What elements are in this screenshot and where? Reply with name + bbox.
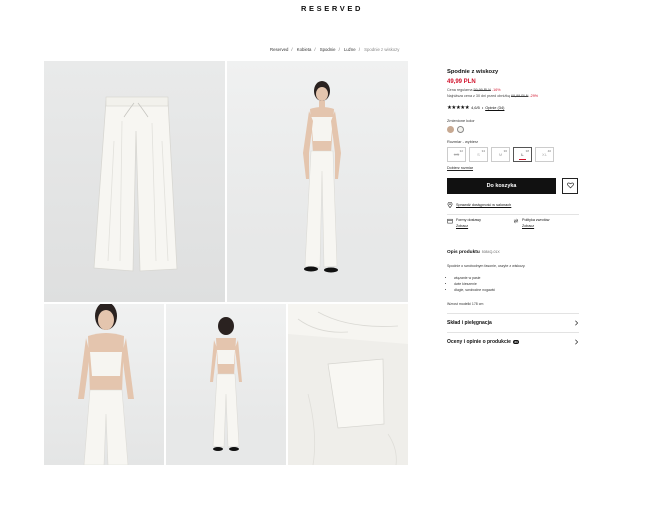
returns-info[interactable]: Polityka zwrotów Zobacz bbox=[513, 218, 579, 228]
breadcrumb-item-spodnie[interactable]: Spodnie bbox=[320, 47, 336, 52]
store-availability-link[interactable]: Sprawdź dostępność w salonach bbox=[447, 201, 579, 208]
model-closeup-image bbox=[78, 304, 134, 465]
reviews-count-badge: 34 bbox=[512, 339, 520, 344]
fabric-detail-image bbox=[288, 304, 408, 465]
size-guide-link[interactable]: Dobierz rozmiar bbox=[447, 166, 579, 170]
size-label: XS bbox=[453, 151, 460, 157]
breadcrumb-item-kobieta[interactable]: Kobieta bbox=[297, 47, 312, 52]
heart-icon bbox=[566, 182, 574, 189]
size-option-xs[interactable]: 32 XS bbox=[447, 146, 466, 162]
reserved-logo[interactable]: RESERVED bbox=[0, 4, 664, 13]
rating-row: ★★★★★ 4,6/5 • Opinie (34) bbox=[447, 104, 505, 111]
size-option-m[interactable]: 36 M bbox=[491, 146, 510, 162]
size-label: XL bbox=[542, 151, 547, 157]
model-back-image bbox=[166, 317, 286, 465]
delivery-box-icon bbox=[447, 219, 453, 224]
feature-list: wiązanie w pasie dwie kieszenie długie, … bbox=[447, 276, 579, 293]
product-title: Spodnie z wiskozy bbox=[447, 69, 499, 75]
color-swatches bbox=[447, 125, 579, 133]
regular-price: 59,99 PLN bbox=[473, 88, 491, 92]
trousers-flatlay-image bbox=[93, 96, 178, 272]
reviews-accordion[interactable]: Oceny i opinie o produkcie 34 bbox=[447, 332, 579, 351]
product-photo-flatlay[interactable] bbox=[44, 61, 225, 302]
lowest-price: 69,99 PLN bbox=[510, 93, 529, 98]
breadcrumb-item-reserved[interactable]: Reserved bbox=[270, 47, 288, 52]
chevron-right-icon bbox=[575, 339, 579, 345]
composition-accordion[interactable]: Skład i pielęgnacja bbox=[447, 313, 579, 332]
product-info-panel: Spodnie z wiskozy 49,99 PLN Cena regular… bbox=[447, 69, 579, 351]
shipping-info[interactable]: Formy dostawy Zobacz bbox=[447, 218, 513, 228]
lowest-discount: -29% bbox=[529, 93, 539, 98]
list-item: długie, swobodne nogawki bbox=[454, 288, 579, 294]
regular-discount: -16% bbox=[491, 88, 501, 92]
description-heading: Opis produktu 5084Q-01X bbox=[447, 250, 500, 256]
product-photo-model-closeup[interactable] bbox=[44, 304, 164, 465]
breadcrumb-item-luzne[interactable]: Luźne bbox=[344, 47, 356, 52]
color-swatch-beige[interactable] bbox=[447, 125, 454, 133]
color-swatch-white[interactable] bbox=[457, 125, 464, 133]
product-photo-model-front[interactable] bbox=[227, 61, 408, 302]
product-code: 5084Q-01X bbox=[481, 250, 500, 255]
size-option-xl[interactable]: 40 XL bbox=[535, 146, 554, 162]
add-to-cart-button[interactable]: Do koszyka bbox=[447, 177, 556, 194]
product-photo-model-back[interactable] bbox=[166, 304, 286, 465]
size-option-l[interactable]: 38 L bbox=[513, 146, 532, 162]
size-label: S bbox=[477, 151, 480, 157]
breadcrumb-item-current: Spodnie z wiskozy bbox=[364, 47, 400, 52]
size-label: Rozmiar - wybierz bbox=[447, 138, 479, 144]
lowest-price-line: Najniższa cena z 30 dni przed obniżką 69… bbox=[447, 93, 539, 98]
delivery-info: Formy dostawy Zobacz Polityka zwrotów Zo… bbox=[447, 218, 579, 228]
model-info: Wzrost modelki 178 cm bbox=[447, 302, 484, 307]
location-pin-icon bbox=[447, 201, 453, 208]
rating-value: 4,6/5 bbox=[471, 105, 480, 111]
color-label: Zmienione kolor bbox=[447, 117, 475, 123]
size-option-s[interactable]: 34 S bbox=[469, 146, 488, 162]
rating-stars-icon: ★★★★★ bbox=[447, 104, 470, 111]
product-photo-fabric-detail[interactable] bbox=[288, 304, 408, 465]
wishlist-button[interactable] bbox=[562, 177, 578, 194]
size-label: M bbox=[498, 151, 503, 157]
product-price: 49,99 PLN bbox=[447, 79, 476, 85]
model-front-image bbox=[227, 81, 408, 302]
size-label: L bbox=[521, 151, 524, 157]
product-description: Spodnie o swobodnym fasonie, uszyte z wi… bbox=[447, 264, 526, 269]
chevron-right-icon bbox=[575, 320, 579, 326]
reviews-link[interactable]: Opinie (34) bbox=[485, 105, 504, 110]
breadcrumb: Reserved / Kobieta / Spodnie / Luźne / Spodn… bbox=[270, 47, 400, 52]
size-selector: 32 XS 34 S 36 M 38 L 40 XL bbox=[447, 146, 579, 162]
returns-arrows-icon bbox=[513, 219, 519, 224]
